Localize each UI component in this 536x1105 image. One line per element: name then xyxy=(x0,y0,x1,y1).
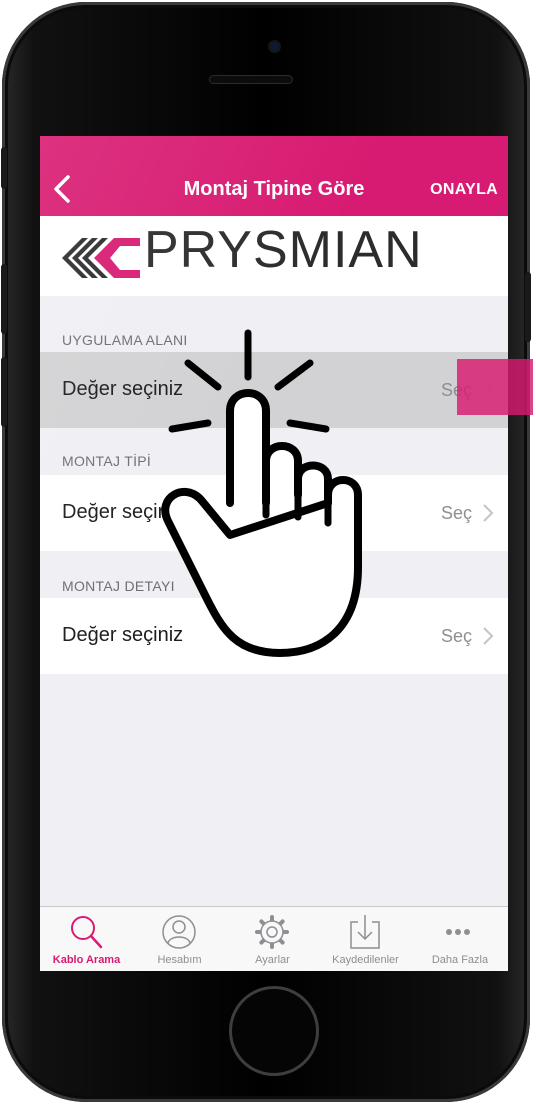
chevron-right-icon xyxy=(483,504,494,522)
prysmian-logo-icon xyxy=(62,238,140,278)
volume-down-button xyxy=(1,357,7,427)
row-label: Değer seçiniz xyxy=(62,501,184,523)
tab-account[interactable]: Hesabım xyxy=(133,907,226,971)
row-label: Değer seçiniz xyxy=(62,378,184,400)
installation-detail-row[interactable]: Değer seçiniz Seç xyxy=(40,598,508,674)
tab-label: Daha Fazla xyxy=(431,954,489,966)
navigation-bar: Montaj Tipine Göre ONAYLA xyxy=(40,136,508,216)
volume-up-button xyxy=(1,264,7,334)
select-action: Seç xyxy=(440,503,472,523)
select-action: Seç xyxy=(440,626,472,646)
chevron-right-icon xyxy=(483,627,494,645)
tab-saved[interactable]: Kaydedilenler xyxy=(319,907,412,971)
tab-label: Kaydedilenler xyxy=(332,954,399,966)
search-icon xyxy=(71,916,103,949)
chevron-left-icon xyxy=(54,175,70,203)
back-button[interactable] xyxy=(48,172,78,206)
installation-type-row[interactable]: Değer seçiniz Seç xyxy=(40,475,508,551)
tab-settings[interactable]: Ayarlar xyxy=(226,907,319,971)
tab-cable-search[interactable]: Kablo Arama xyxy=(40,907,133,971)
application-area-row[interactable]: Değer seçiniz Seç xyxy=(40,352,508,428)
earpiece-speaker xyxy=(209,75,293,84)
tab-label: Ayarlar xyxy=(255,954,290,966)
section-header-installation-type: MONTAJ TİPİ xyxy=(62,453,152,469)
brand-header: PRYSMIAN xyxy=(40,216,508,296)
tab-bar: Kablo Arama Hesabım Ayarlar Kaydedilenle… xyxy=(40,906,508,971)
mute-switch xyxy=(1,147,7,189)
user-icon xyxy=(162,915,196,949)
tab-more[interactable]: Daha Fazla xyxy=(412,907,508,971)
app-screen: Montaj Tipine Göre ONAYLA PRYSMIAN UYGUL… xyxy=(40,136,508,971)
tab-label: Kablo Arama xyxy=(52,954,121,966)
gear-icon xyxy=(255,915,289,949)
download-icon xyxy=(350,915,380,949)
section-header-installation-detail: MONTAJ DETAYI xyxy=(62,578,175,594)
brand-logo-text: PRYSMIAN xyxy=(144,221,423,279)
highlight-marker xyxy=(457,359,533,415)
home-button[interactable] xyxy=(229,986,319,1076)
power-button xyxy=(525,272,531,342)
front-camera xyxy=(270,42,279,51)
page-title: Montaj Tipine Göre xyxy=(183,178,365,200)
section-header-application-area: UYGULAMA ALANI xyxy=(62,332,188,348)
more-icon xyxy=(446,929,470,935)
row-label: Değer seçiniz xyxy=(62,624,184,646)
tab-label: Hesabım xyxy=(157,954,202,966)
confirm-button[interactable]: ONAYLA xyxy=(430,181,498,199)
